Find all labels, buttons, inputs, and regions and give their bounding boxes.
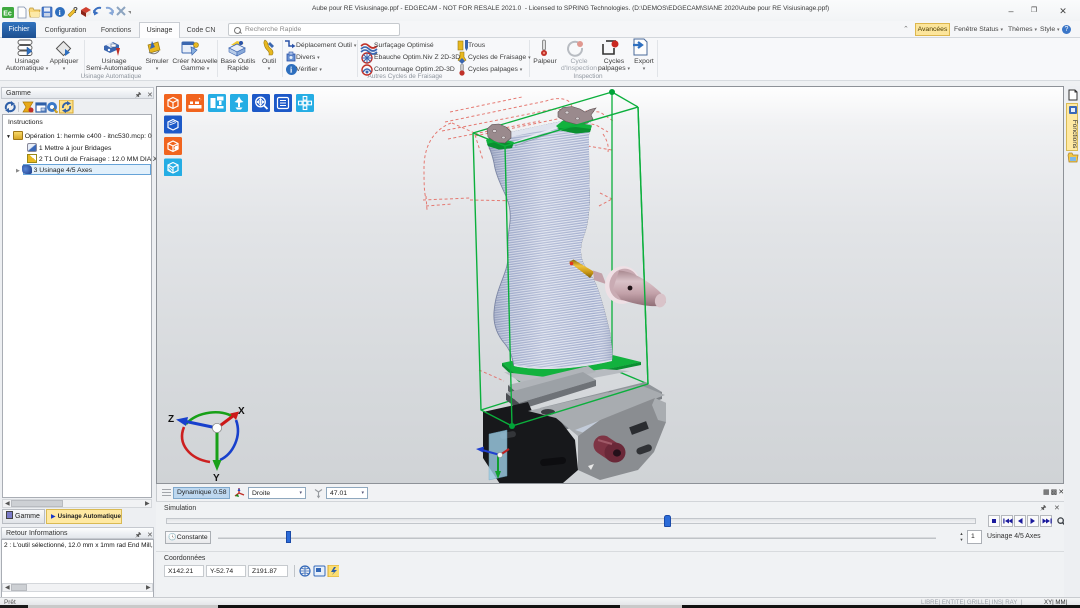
svg-text:Ec: Ec [3,11,12,18]
svg-text:X: X [238,406,245,417]
svg-text:?: ? [73,6,78,15]
svg-text:Y: Y [213,473,220,483]
svg-text:Z: Z [168,414,174,425]
svg-text:i: i [59,8,61,17]
